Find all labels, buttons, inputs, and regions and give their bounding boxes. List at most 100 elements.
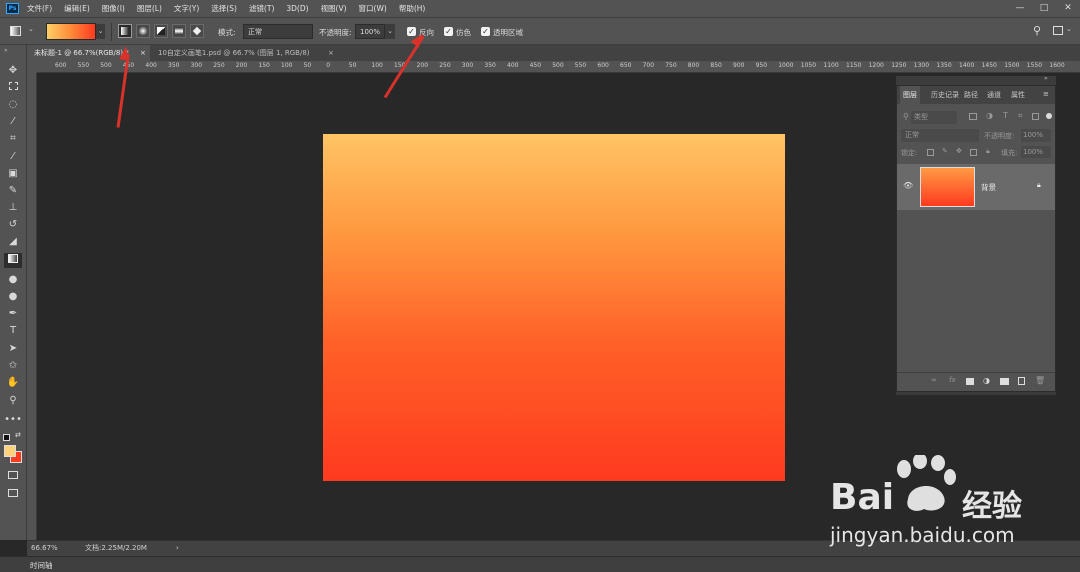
folder-icon[interactable] [1000, 378, 1009, 385]
collapse-icon[interactable]: » [1044, 75, 1048, 82]
filter-adjustment-icon[interactable]: ◑ [986, 111, 993, 120]
new-layer-icon[interactable] [1018, 377, 1025, 385]
lock-transparent-icon[interactable] [927, 149, 934, 156]
tools-panel: » ✥ ◌ ⁄ ⌗ ⁄ ▣ ✎ ⊥ ↺ ◢ ● ● ✒ T ➤ ✩ ✋ ⚲ ••… [0, 45, 27, 540]
menu-view[interactable]: 视图(V) [321, 3, 347, 14]
pen-tool-icon[interactable]: ✒ [4, 306, 22, 321]
hand-tool-icon[interactable]: ✋ [4, 375, 22, 390]
document-canvas[interactable] [323, 134, 785, 481]
menu-image[interactable]: 图像(I) [102, 3, 125, 14]
dither-checkbox[interactable]: ✓ [444, 27, 453, 36]
lock-position-icon[interactable]: ✥ [956, 147, 962, 155]
linear-gradient-button[interactable] [118, 24, 132, 38]
healing-brush-tool-icon[interactable]: ▣ [4, 166, 22, 181]
diamond-gradient-button[interactable] [190, 24, 204, 38]
zoom-tool-icon[interactable]: ⚲ [4, 393, 22, 408]
collapse-icon[interactable]: » [4, 47, 8, 54]
timeline-tab[interactable]: 时间轴 [30, 560, 53, 571]
tool-preset-picker[interactable]: ⌄ [8, 24, 38, 39]
eye-icon[interactable]: 👁︎ [903, 181, 913, 190]
menu-edit[interactable]: 编辑(E) [64, 3, 90, 14]
more-tools-icon[interactable]: ••• [4, 412, 22, 427]
fill-input[interactable]: 100% [1021, 146, 1051, 158]
menu-file[interactable]: 文件(F) [27, 3, 52, 14]
layer-row-background[interactable]: 👁︎ 背景 🔒︎ [897, 164, 1055, 210]
menu-select[interactable]: 选择(S) [211, 3, 237, 14]
quick-mask-icon[interactable] [4, 469, 22, 484]
tab-history[interactable]: 历史记录 [928, 86, 962, 104]
screen-mode-icon[interactable] [4, 487, 22, 502]
reflected-gradient-button[interactable] [172, 24, 186, 38]
marquee-tool-icon[interactable] [4, 80, 22, 95]
tab-properties[interactable]: 属性 [1008, 86, 1028, 104]
gradient-tool-icon[interactable] [4, 253, 22, 268]
tab-paths[interactable]: 路径 [961, 86, 981, 104]
filter-toggle-icon[interactable] [1046, 113, 1052, 119]
history-brush-tool-icon[interactable]: ↺ [4, 217, 22, 232]
link-icon[interactable]: ∞ [931, 376, 937, 384]
radial-gradient-button[interactable] [136, 24, 150, 38]
panel-menu-icon[interactable]: ≡ [1043, 90, 1049, 98]
opacity-label: 不透明度: [319, 28, 352, 37]
ruler-tick-label: 1400 [959, 62, 975, 69]
menu-window[interactable]: 窗口(W) [359, 3, 387, 14]
angle-gradient-button[interactable] [154, 24, 168, 38]
foreground-color-swatch[interactable] [4, 445, 16, 457]
default-colors-icon[interactable] [3, 434, 10, 441]
filter-pixel-icon[interactable] [969, 113, 977, 120]
opacity-dropdown-icon[interactable]: ⌄ [385, 24, 395, 39]
fx-icon[interactable]: fx [949, 376, 956, 384]
move-tool-icon[interactable]: ✥ [4, 63, 22, 78]
maximize-button[interactable]: □ [1034, 0, 1054, 17]
filter-shape-icon[interactable]: ⌗ [1018, 111, 1023, 121]
adjustment-icon[interactable]: ◑ [983, 376, 990, 385]
blend-mode-select[interactable]: 正常 [901, 129, 979, 142]
tab-close-icon[interactable]: × [140, 45, 146, 61]
filter-smart-object-icon[interactable] [1032, 113, 1039, 120]
mode-select[interactable]: 正常 [243, 24, 313, 39]
tab-channels[interactable]: 通道 [984, 86, 1004, 104]
menu-filter[interactable]: 滤镜(T) [249, 3, 274, 14]
status-menu-arrow[interactable]: › [176, 541, 179, 556]
brush-tool-icon[interactable]: ✎ [4, 183, 22, 198]
trash-icon[interactable]: 🗑︎ [1035, 376, 1045, 385]
type-tool-icon[interactable]: T [4, 323, 22, 338]
menu-layer[interactable]: 图层(L) [137, 3, 162, 14]
layer-filter-select[interactable]: 类型 [911, 111, 957, 124]
tab-custom-brush[interactable]: 10自定义画笔1.psd @ 66.7% (图层 1, RGB/8) × [151, 45, 341, 61]
eyedropper-tool-icon[interactable]: ⁄ [4, 149, 22, 164]
minimize-button[interactable]: — [1010, 0, 1030, 17]
gradient-dropdown-icon[interactable]: ⌄ [96, 24, 105, 39]
tab-untitled-1[interactable]: 未标题-1 @ 66.7%(RGB/8) * × [27, 45, 150, 61]
dodge-tool-icon[interactable]: ● [4, 289, 22, 304]
menu-help[interactable]: 帮助(H) [399, 3, 426, 14]
tab-layers[interactable]: 图层 [900, 86, 920, 104]
eraser-tool-icon[interactable]: ◢ [4, 234, 22, 249]
opacity-input[interactable]: 100% [355, 24, 385, 39]
shape-tool-icon[interactable]: ✩ [4, 358, 22, 373]
magic-wand-tool-icon[interactable]: ⁄ [4, 114, 22, 129]
mask-icon[interactable] [966, 378, 974, 385]
search-icon[interactable]: ⚲ [1033, 24, 1041, 37]
filter-type-icon[interactable]: T [1003, 111, 1008, 120]
clone-stamp-tool-icon[interactable]: ⊥ [4, 200, 22, 215]
lasso-tool-icon[interactable]: ◌ [4, 97, 22, 112]
lock-image-icon[interactable]: ✎ [942, 147, 948, 155]
chevron-down-icon[interactable]: ⌄ [1066, 25, 1072, 33]
zoom-level[interactable]: 66.67% [31, 541, 58, 556]
crop-tool-icon[interactable]: ⌗ [4, 131, 22, 146]
workspace-icon[interactable] [1053, 26, 1063, 35]
lock-all-icon[interactable]: 🔒︎ [986, 147, 990, 156]
menu-3d[interactable]: 3D(D) [286, 4, 308, 13]
swap-colors-icon[interactable]: ⇄ [15, 431, 21, 439]
close-window-button[interactable]: ✕ [1058, 0, 1078, 17]
layer-opacity-input[interactable]: 100% [1021, 129, 1051, 142]
gradient-editor-swatch[interactable] [46, 23, 96, 40]
blur-tool-icon[interactable]: ● [4, 272, 22, 287]
transparency-checkbox[interactable]: ✓ [481, 27, 490, 36]
menu-type[interactable]: 文字(Y) [174, 3, 199, 14]
tab-close-icon[interactable]: × [328, 45, 334, 61]
path-selection-tool-icon[interactable]: ➤ [4, 341, 22, 356]
lock-artboard-icon[interactable] [970, 149, 977, 156]
ruler-tick-label: 1000 [778, 62, 794, 69]
